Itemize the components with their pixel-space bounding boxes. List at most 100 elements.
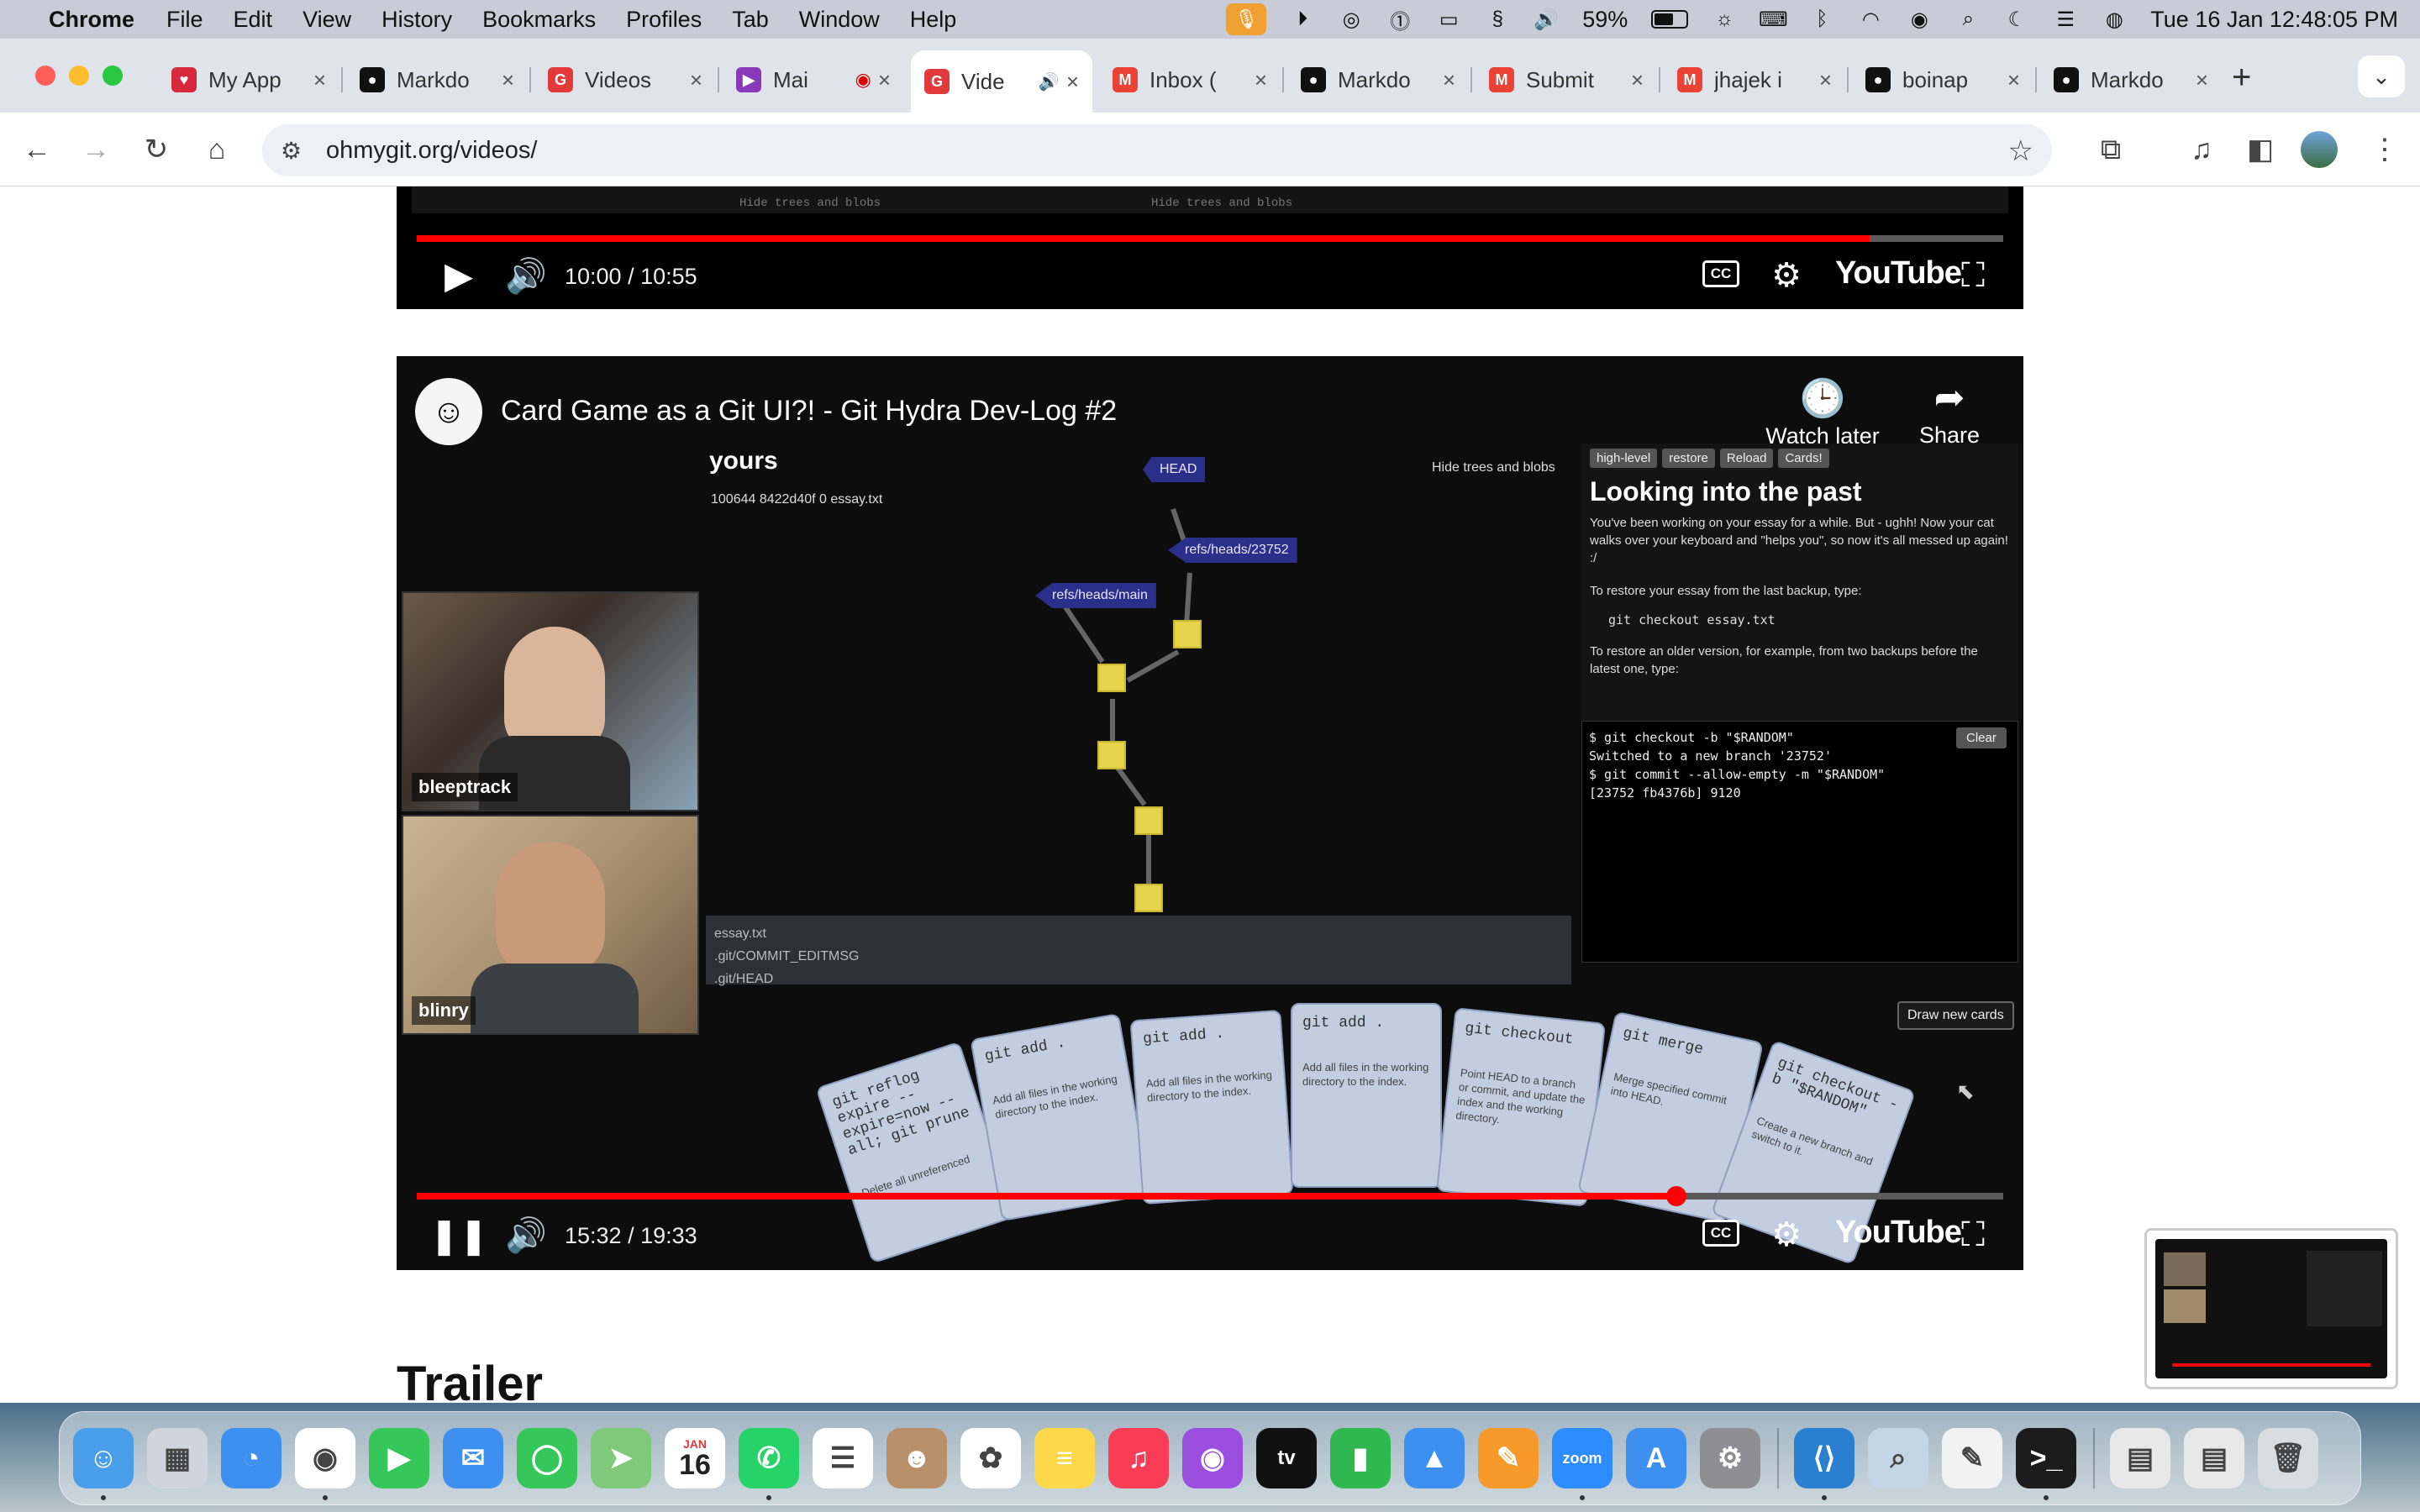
appletv-icon[interactable]: tv — [1256, 1428, 1317, 1488]
keyboard-icon[interactable]: ⌨ — [1759, 7, 1788, 32]
battery-icon[interactable] — [1651, 10, 1689, 29]
photos-icon[interactable]: ✿ — [960, 1428, 1021, 1488]
play-icon[interactable]: ▶ — [434, 250, 484, 301]
notes-icon[interactable]: ≡ — [1034, 1428, 1095, 1488]
terminal-output[interactable]: $ git checkout -b "$RANDOM" Switched to … — [1581, 721, 2018, 963]
siri-icon[interactable]: ◍ — [2102, 7, 2127, 32]
user-icon[interactable]: ◉ — [1907, 7, 1932, 32]
back-arrow-icon[interactable]: ← — [17, 129, 57, 170]
new-tab-button[interactable]: + — [2232, 59, 2251, 97]
terminal-icon[interactable]: >_ — [2016, 1428, 2076, 1500]
numbers-icon[interactable]: ▮ — [1330, 1428, 1391, 1488]
forward-arrow-icon[interactable]: → — [76, 129, 116, 170]
captions-icon[interactable]: CC — [1702, 1220, 1739, 1247]
screen-recording-thumbnail[interactable] — [2144, 1228, 2398, 1389]
tab-close-icon[interactable]: × — [690, 67, 702, 93]
menubar-clock[interactable]: Tue 16 Jan 12:48:05 PM — [2150, 7, 2398, 33]
git-card[interactable]: git add . Add all files in the working di… — [1291, 1003, 1442, 1188]
contacts-icon[interactable]: ☻ — [886, 1428, 947, 1488]
reminders-icon[interactable]: ☰ — [813, 1428, 873, 1488]
close-window-button[interactable] — [35, 66, 55, 86]
tab-1[interactable]: ♥ My App × — [158, 54, 339, 106]
settings-icon[interactable]: ⚙ — [1700, 1428, 1760, 1488]
tab-11[interactable]: ● Markdo × — [2040, 54, 2222, 106]
site-settings-icon[interactable]: ⚙ — [281, 137, 314, 165]
volume-icon[interactable]: 🔊 — [501, 1210, 551, 1260]
volume-icon[interactable]: 🔊 — [1534, 7, 1559, 32]
shazam-icon[interactable]: § — [1485, 7, 1510, 32]
tab-close-icon[interactable]: × — [313, 67, 326, 93]
commit-node[interactable] — [1097, 664, 1126, 692]
captions-icon[interactable]: CC — [1702, 260, 1739, 287]
video-2-progress-bar[interactable] — [417, 1186, 2003, 1206]
commit-node[interactable] — [1097, 741, 1126, 769]
fullscreen-icon[interactable]: ⛶ — [1951, 1213, 1995, 1257]
appstore-icon[interactable]: A — [1626, 1428, 1686, 1488]
address-bar[interactable]: ⚙ ohmygit.org/videos/ ☆ — [262, 124, 2052, 176]
tab-5[interactable]: G Vide 🔊 × — [911, 50, 1092, 113]
bluetooth-icon[interactable]: ᛒ — [1809, 7, 1834, 32]
profile-avatar[interactable] — [2301, 131, 2338, 168]
commit-node[interactable] — [1173, 620, 1202, 648]
file-item[interactable]: .git/HEAD — [714, 968, 1563, 990]
menu-file[interactable]: File — [166, 7, 203, 33]
menu-window[interactable]: Window — [799, 7, 880, 33]
brightness-icon[interactable]: ☼ — [1712, 7, 1737, 32]
tab-3[interactable]: G Videos × — [534, 54, 716, 106]
restore-select[interactable]: restore — [1662, 449, 1715, 468]
git-card[interactable]: git add . Add all files in the working di… — [970, 1013, 1151, 1221]
messages-icon[interactable]: ◯ — [517, 1428, 577, 1488]
tab-7[interactable]: ● Markdo × — [1287, 54, 1469, 106]
tab-search-chevron-down-icon[interactable]: ⌄ — [2358, 55, 2405, 97]
tab-9[interactable]: Mjhajek i × — [1664, 54, 1845, 106]
video-player-1[interactable]: Hide trees and blobs Hide trees and blob… — [397, 186, 2023, 309]
draw-new-cards-button[interactable]: Draw new cards — [1897, 1001, 2014, 1030]
whatsapp-icon[interactable]: ✆ — [739, 1428, 799, 1500]
file-item[interactable]: .git/COMMIT_EDITMSG — [714, 945, 1563, 968]
pdf-doc-icon[interactable]: ▤ — [2110, 1428, 2170, 1488]
tab-close-icon[interactable]: × — [1066, 69, 1079, 95]
tab-audio-icon[interactable]: 🔊 — [1039, 71, 1060, 92]
tab-close-icon[interactable]: × — [2196, 67, 2208, 93]
vscode-icon[interactable]: ⟨⟩ — [1794, 1428, 1854, 1500]
spotlight-search-icon[interactable]: ⌕ — [1955, 7, 1981, 32]
keynote-icon[interactable]: ▲ — [1404, 1428, 1465, 1488]
launchpad-icon[interactable]: ▦ — [147, 1428, 208, 1488]
tab-4[interactable]: ▶ Mai ◉ × — [723, 54, 904, 106]
minimize-window-button[interactable] — [69, 66, 89, 86]
commit-node[interactable] — [1134, 884, 1163, 912]
mail-icon[interactable]: ✉ — [443, 1428, 503, 1488]
airdrop-icon[interactable]: ◎ — [1339, 7, 1364, 32]
pages-icon[interactable]: ✎ — [1478, 1428, 1539, 1488]
tab-close-icon[interactable]: × — [2007, 67, 2020, 93]
home-icon[interactable]: ⌂ — [197, 129, 237, 170]
terminal-clear-button[interactable]: Clear — [1956, 727, 2007, 748]
video-player-2[interactable]: ☺ Card Game as a Git UI?! - Git Hydra De… — [397, 356, 2023, 1270]
side-panel-icon[interactable]: ◧ — [2240, 129, 2281, 170]
youtube-logo[interactable]: YouTube — [1835, 1215, 1962, 1251]
accessibility-icon[interactable]: ⓵ — [1387, 7, 1413, 34]
video-1-progress-bar[interactable] — [417, 235, 2003, 242]
tab-close-icon[interactable]: × — [1819, 67, 1832, 93]
chrome-icon[interactable]: ◉ — [295, 1428, 355, 1500]
focus-moon-icon[interactable]: ☾ — [2004, 7, 2029, 32]
app-menu-chrome[interactable]: Chrome — [49, 7, 134, 33]
menu-bookmarks[interactable]: Bookmarks — [482, 7, 596, 33]
more-vertical-icon[interactable]: ⋮ — [2365, 129, 2405, 170]
youtube-logo[interactable]: YouTube — [1835, 255, 1962, 291]
reload-button[interactable]: Reload — [1719, 449, 1774, 468]
tab-close-icon[interactable]: × — [1443, 67, 1455, 93]
commit-node[interactable] — [1134, 806, 1163, 835]
tab-close-icon[interactable]: × — [502, 67, 514, 93]
zoom-icon[interactable]: zoom — [1552, 1428, 1612, 1500]
pause-icon[interactable]: ❚❚ — [429, 1210, 488, 1260]
podcasts-icon[interactable]: ◉ — [1182, 1428, 1243, 1488]
tab-2[interactable]: ● Markdo × — [346, 54, 528, 106]
music-icon[interactable]: ♫ — [1108, 1428, 1169, 1488]
wifi-icon[interactable]: ◠ — [1858, 7, 1883, 32]
calendar-icon[interactable]: JAN 16 — [665, 1428, 725, 1488]
menu-history[interactable]: History — [381, 7, 452, 33]
high-level-select[interactable]: high-level — [1590, 449, 1658, 468]
maps-icon[interactable]: ➤ — [591, 1428, 651, 1488]
ref-branch-23752[interactable]: refs/heads/23752 — [1168, 538, 1297, 563]
